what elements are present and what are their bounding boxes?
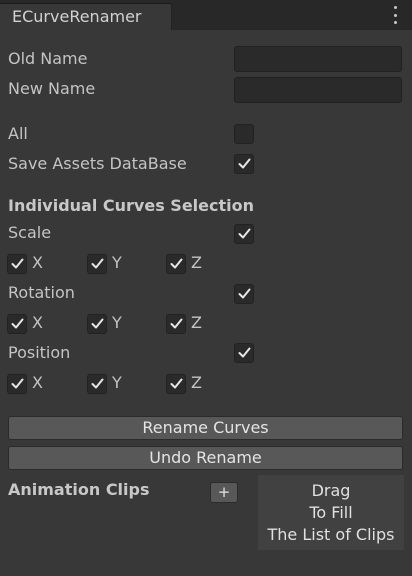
scale-y-checkbox[interactable] <box>87 254 107 274</box>
checkmark-icon <box>91 258 104 269</box>
editor-window: ECurveRenamer Old Name New Name All Save… <box>0 0 412 576</box>
position-y-checkbox[interactable] <box>87 374 107 394</box>
rotation-z-checkbox[interactable] <box>166 314 186 334</box>
position-x-label: X <box>32 373 43 392</box>
all-label: All <box>8 124 28 143</box>
checkmark-icon <box>238 228 251 239</box>
drop-hint-line-3: The List of Clips <box>267 525 395 544</box>
position-y-label: Y <box>112 373 122 392</box>
rename-curves-button[interactable]: Rename Curves <box>8 416 403 440</box>
checkmark-icon <box>11 258 24 269</box>
scale-z-checkbox[interactable] <box>166 254 186 274</box>
section-title: Individual Curves Selection <box>8 196 254 215</box>
position-x-checkbox[interactable] <box>7 374 27 394</box>
clips-drop-area[interactable]: Drag To Fill The List of Clips <box>258 475 404 550</box>
animation-clips-label: Animation Clips <box>8 480 150 499</box>
checkmark-icon <box>170 318 183 329</box>
checkmark-icon <box>11 318 24 329</box>
undo-rename-button[interactable]: Undo Rename <box>8 446 403 470</box>
position-z-label: Z <box>191 373 202 392</box>
save-assets-checkbox[interactable] <box>234 154 254 174</box>
drop-hint-line-1: Drag <box>311 481 351 500</box>
rotation-x-label: X <box>32 313 43 332</box>
new-name-field[interactable] <box>234 77 402 103</box>
rotation-z-label: Z <box>191 313 202 332</box>
tab-bar: ECurveRenamer <box>0 0 412 30</box>
drop-hint-line-2: To Fill <box>309 503 353 522</box>
all-checkbox[interactable] <box>234 124 254 144</box>
kebab-menu-icon[interactable] <box>392 6 398 24</box>
scale-label: Scale <box>8 223 52 242</box>
position-checkbox[interactable] <box>234 343 254 363</box>
rotation-label: Rotation <box>8 283 75 302</box>
old-name-label: Old Name <box>8 49 88 68</box>
checkmark-icon <box>238 347 251 358</box>
checkmark-icon <box>170 258 183 269</box>
checkmark-icon <box>11 378 24 389</box>
scale-z-label: Z <box>191 253 202 272</box>
rotation-x-checkbox[interactable] <box>7 314 27 334</box>
position-z-checkbox[interactable] <box>166 374 186 394</box>
new-name-label: New Name <box>8 79 96 98</box>
scale-y-label: Y <box>112 253 122 272</box>
add-clip-button[interactable]: + <box>210 482 238 503</box>
checkmark-icon <box>91 318 104 329</box>
scale-checkbox[interactable] <box>234 224 254 244</box>
checkmark-icon <box>91 378 104 389</box>
rotation-y-checkbox[interactable] <box>87 314 107 334</box>
rotation-y-label: Y <box>112 313 122 332</box>
position-label: Position <box>8 343 71 362</box>
scale-x-label: X <box>32 253 43 272</box>
tab-ecurverenamer[interactable]: ECurveRenamer <box>0 3 172 30</box>
scale-x-checkbox[interactable] <box>7 254 27 274</box>
rotation-checkbox[interactable] <box>234 284 254 304</box>
save-assets-label: Save Assets DataBase <box>8 154 187 173</box>
checkmark-icon <box>238 288 251 299</box>
checkmark-icon <box>170 378 183 389</box>
checkmark-icon <box>238 158 251 169</box>
old-name-field[interactable] <box>234 46 402 72</box>
